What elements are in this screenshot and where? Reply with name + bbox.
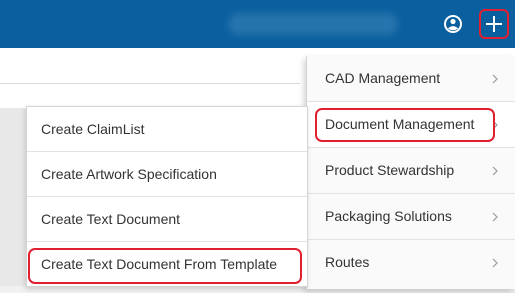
chevron-right-icon: [491, 256, 499, 268]
top-header-bar: [0, 0, 515, 48]
chevron-right-icon: [491, 72, 499, 84]
document-management-submenu: Create ClaimList Create Artwork Specific…: [26, 106, 308, 287]
chevron-right-icon: [491, 210, 499, 222]
submenu-item-label: Create Text Document From Template: [41, 256, 278, 272]
menu-item-label: Routes: [325, 254, 370, 270]
submenu-item-label: Create Text Document: [41, 211, 181, 227]
background-panel: [0, 108, 26, 293]
menu-item-label: Product Stewardship: [325, 162, 455, 178]
menu-item-packaging-solutions[interactable]: Packaging Solutions: [307, 194, 515, 240]
menu-item-cad-management[interactable]: CAD Management: [307, 56, 515, 102]
submenu-item-label: Create ClaimList: [41, 121, 145, 137]
chevron-right-icon: [491, 118, 499, 130]
submenu-item-create-claimlist[interactable]: Create ClaimList: [27, 107, 307, 152]
blurred-search-area: [228, 13, 398, 35]
submenu-item-create-artwork-specification[interactable]: Create Artwork Specification: [27, 152, 307, 197]
menu-item-document-management[interactable]: Document Management: [307, 102, 515, 148]
menu-item-product-stewardship[interactable]: Product Stewardship: [307, 148, 515, 194]
submenu-item-create-text-document-from-template[interactable]: Create Text Document From Template: [27, 242, 307, 287]
submenu-item-label: Create Artwork Specification: [41, 166, 217, 182]
plus-icon[interactable]: [479, 9, 509, 39]
menu-item-label: Document Management: [325, 116, 475, 132]
add-menu: CAD Management Document Management Produ…: [306, 56, 515, 289]
content-divider: [0, 83, 300, 84]
menu-item-label: Packaging Solutions: [325, 208, 452, 224]
menu-item-label: CAD Management: [325, 70, 441, 86]
chevron-right-icon: [491, 164, 499, 176]
submenu-item-create-text-document[interactable]: Create Text Document: [27, 197, 307, 242]
menu-item-routes[interactable]: Routes: [307, 240, 515, 286]
user-circle-icon[interactable]: [442, 13, 464, 35]
